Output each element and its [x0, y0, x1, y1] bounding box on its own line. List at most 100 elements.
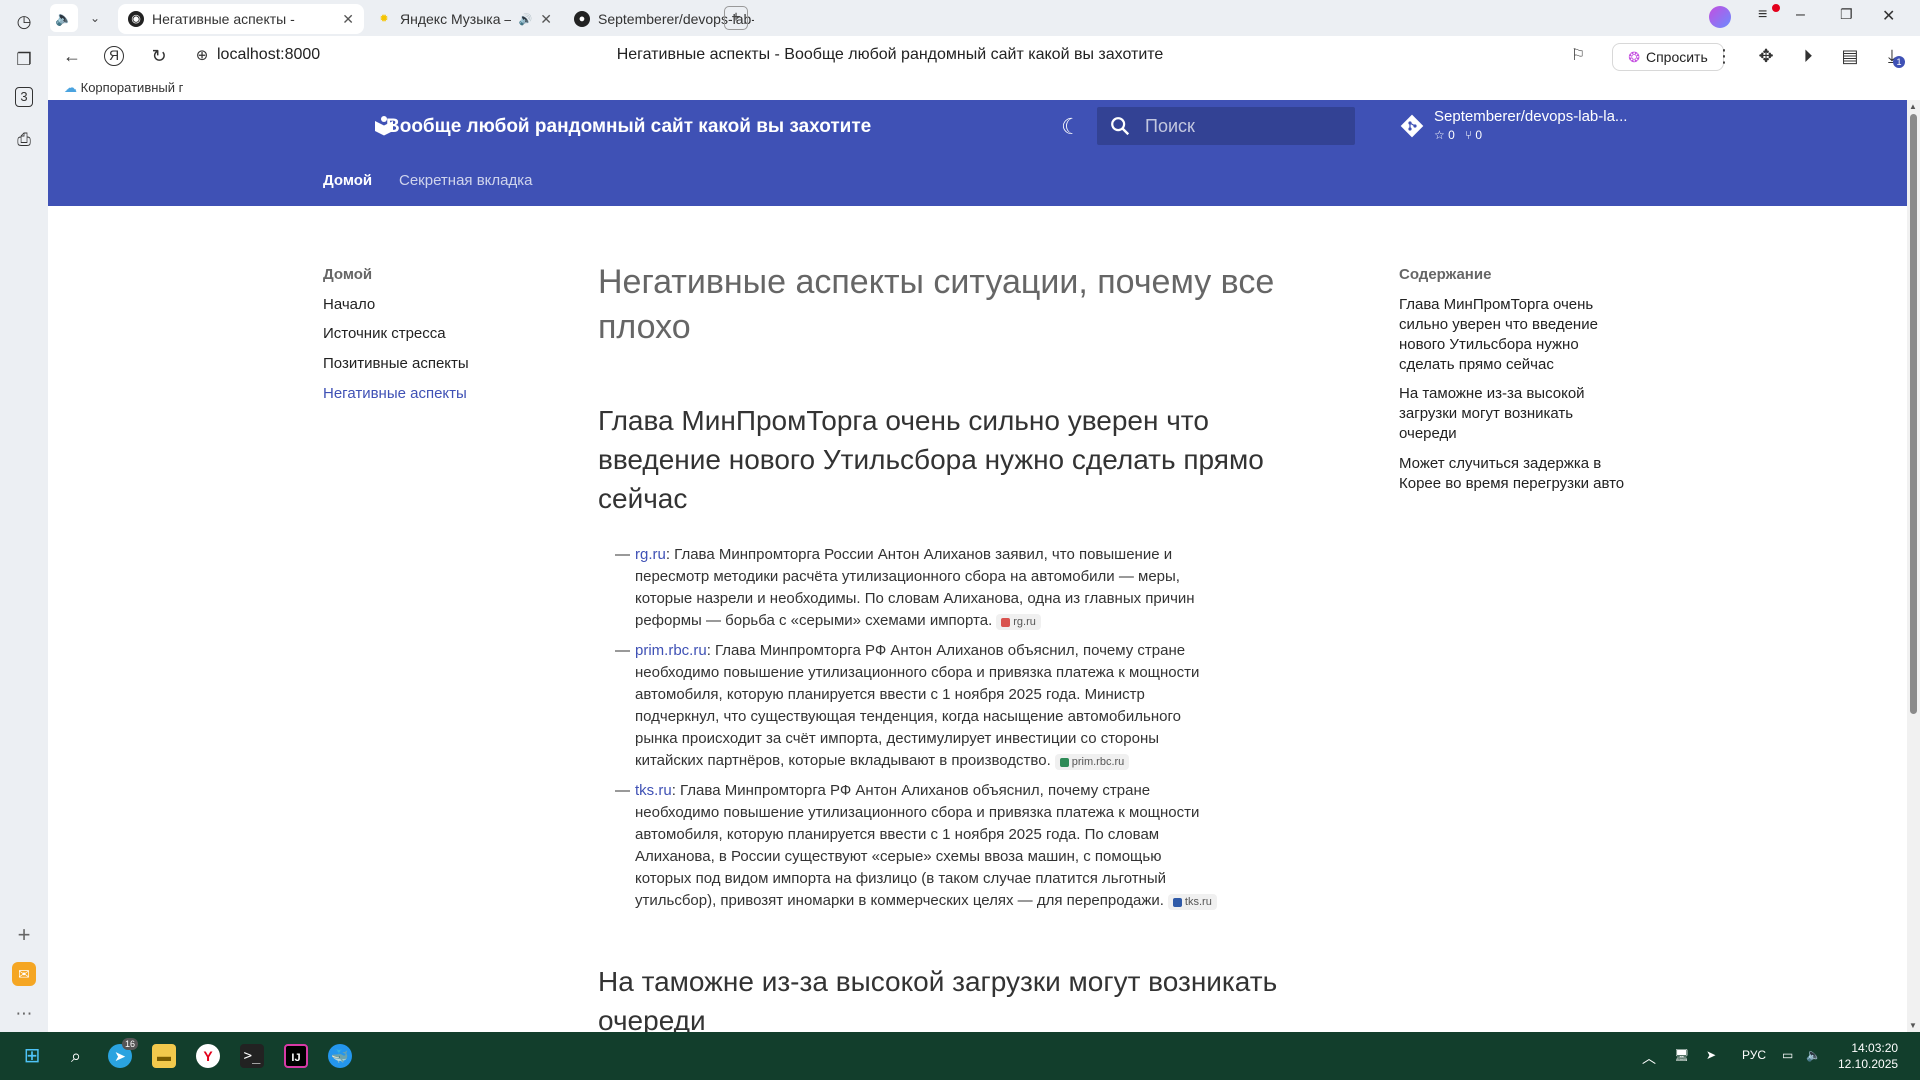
- tab-negative-aspects[interactable]: ◉ Негативные аспекты - ✕: [118, 4, 364, 34]
- speaker-icon[interactable]: 🔈: [50, 4, 78, 32]
- nav-item-start[interactable]: Начало: [323, 296, 375, 313]
- chip-label: rg.ru: [1013, 616, 1036, 628]
- repo-stars: 0: [1448, 128, 1455, 142]
- list-item: tks.ru: Глава Минпромторга РФ Антон Алих…: [598, 780, 1218, 912]
- add-panel-icon[interactable]: +: [12, 923, 36, 947]
- fork-icon: ⑂: [1464, 128, 1473, 142]
- ask-label: Спросить: [1645, 49, 1708, 65]
- nav-title[interactable]: Домой: [323, 266, 372, 283]
- terminal-icon[interactable]: >_: [240, 1044, 264, 1068]
- section-heading-customs: На таможне из-за высокой загрузки могут …: [598, 966, 1278, 1036]
- list-item: prim.rbc.ru: Глава Минпромторга РФ Антон…: [598, 640, 1218, 772]
- collections-icon[interactable]: ❐: [12, 48, 36, 72]
- scroll-down-icon[interactable]: ▼: [1909, 1021, 1917, 1030]
- media-play-icon[interactable]: ⏵: [1796, 44, 1820, 68]
- yandex-icon[interactable]: Я: [104, 46, 124, 66]
- rg-favicon-icon: [1001, 617, 1011, 627]
- tab-title: Яндекс Музыка — с: [400, 11, 511, 27]
- github-favicon-icon: ●: [574, 11, 590, 27]
- telegram-tray-icon[interactable]: ➤: [1706, 1048, 1716, 1062]
- nav-item-stress-source[interactable]: Источник стресса: [323, 325, 446, 342]
- close-window-icon[interactable]: ✕: [1882, 6, 1895, 26]
- network-icon[interactable]: 🖥: [1674, 1048, 1689, 1062]
- tab-counter-badge[interactable]: 3: [15, 87, 33, 107]
- search-box[interactable]: [1097, 107, 1355, 145]
- toc-title: Содержание: [1399, 266, 1492, 283]
- toc-item-customs[interactable]: На таможне из-за высокой загрузки могут …: [1399, 384, 1629, 444]
- bookmark-icon[interactable]: ⚐: [1566, 44, 1590, 68]
- nav-item-negative[interactable]: Негативные аспекты: [323, 385, 467, 402]
- search-icon: [1111, 117, 1130, 136]
- telegram-badge: 16: [122, 1038, 139, 1050]
- close-tab-icon[interactable]: ✕: [540, 11, 552, 28]
- scrollbar-thumb[interactable]: [1910, 114, 1917, 714]
- yandex-browser-icon[interactable]: Y: [196, 1044, 220, 1068]
- restore-icon[interactable]: ❐: [1840, 6, 1853, 23]
- telegram-icon[interactable]: ➤ 16: [108, 1038, 139, 1068]
- reload-icon[interactable]: ↻: [147, 44, 171, 68]
- source-chip[interactable]: prim.rbc.ru: [1054, 754, 1130, 770]
- tab-secret[interactable]: Секретная вкладка: [399, 172, 533, 189]
- more-icon[interactable]: ⋯: [12, 1002, 36, 1026]
- site-title[interactable]: Вообще любой рандомный сайт какой вы зах…: [386, 116, 871, 138]
- mail-icon[interactable]: ✉: [12, 962, 36, 986]
- audio-playing-icon[interactable]: 🔊: [519, 13, 533, 26]
- sidebar-panel-icon[interactable]: ▤: [1838, 44, 1862, 68]
- source-link[interactable]: rg.ru: [635, 546, 666, 563]
- page-scrollbar[interactable]: ▲ ▼: [1907, 100, 1920, 1032]
- display-icon[interactable]: ▭: [1782, 1048, 1793, 1062]
- history-icon[interactable]: ◷: [12, 10, 36, 34]
- close-tab-icon[interactable]: ✕: [342, 11, 354, 28]
- bookmark-item[interactable]: ☁ Корпоративный г: [64, 80, 183, 96]
- intellij-icon[interactable]: IJ: [284, 1044, 308, 1068]
- toc-item-korea[interactable]: Может случиться задержка в Корее во врем…: [1399, 454, 1629, 494]
- search-taskbar-icon[interactable]: ⌕: [64, 1044, 88, 1068]
- language-indicator[interactable]: РУС: [1742, 1048, 1766, 1062]
- nav-item-positive[interactable]: Позитивные аспекты: [323, 355, 469, 372]
- source-link[interactable]: prim.rbc.ru: [635, 642, 707, 659]
- extensions-icon[interactable]: ✥: [1754, 44, 1778, 68]
- toc-item-utilsbor[interactable]: Глава МинПромТорга очень сильно уверен ч…: [1399, 295, 1629, 375]
- source-link[interactable]: tks.ru: [635, 782, 672, 799]
- tray-overflow-icon[interactable]: ︿: [1642, 1048, 1656, 1068]
- tks-favicon-icon: [1172, 897, 1182, 907]
- chip-label: prim.rbc.ru: [1071, 756, 1125, 768]
- bookmark-label: Корпоративный г: [80, 80, 184, 95]
- quote-text: : Глава Минпромторга РФ Антон Алиханов о…: [635, 642, 1200, 769]
- file-explorer-icon[interactable]: ▬: [152, 1044, 176, 1068]
- repo-stats: ☆ 0 ⑂ 0: [1434, 128, 1482, 142]
- tab-list-chevron-icon[interactable]: ⌄: [82, 4, 108, 32]
- docker-icon[interactable]: 🐳: [328, 1044, 352, 1068]
- menu-icon[interactable]: ≡: [1758, 4, 1780, 24]
- dark-mode-toggle-icon[interactable]: ☾: [1058, 114, 1084, 140]
- section-heading-utilsbor: Глава МинПромТорга очень сильно уверен ч…: [598, 405, 1264, 514]
- profile-avatar[interactable]: [1709, 6, 1731, 28]
- quotes-list: rg.ru: Глава Минпромторга России Антон А…: [598, 544, 1318, 912]
- search-input[interactable]: [1145, 107, 1345, 145]
- rbc-favicon-icon: [1059, 757, 1069, 767]
- url-field[interactable]: localhost:8000: [217, 46, 320, 64]
- downloads-badge: 1: [1893, 56, 1905, 68]
- scroll-up-icon[interactable]: ▲: [1909, 102, 1917, 111]
- source-chip[interactable]: rg.ru: [996, 614, 1041, 630]
- start-windows-icon[interactable]: ⊞: [20, 1044, 44, 1068]
- more-options-icon[interactable]: ⋮: [1712, 44, 1736, 68]
- site-header: [48, 100, 1907, 206]
- screenshot-icon[interactable]: ⎙: [12, 128, 36, 152]
- new-tab-button[interactable]: +: [724, 6, 748, 30]
- git-icon: [1400, 114, 1424, 138]
- clock[interactable]: 14:03:20 12.10.2025: [1838, 1040, 1898, 1072]
- back-icon[interactable]: ←: [60, 44, 84, 68]
- source-chip[interactable]: tks.ru: [1167, 894, 1217, 910]
- minimize-icon[interactable]: –: [1796, 6, 1805, 24]
- repo-name: Septemberer/devops-lab-la...: [1434, 108, 1628, 125]
- downloads-icon[interactable]: ⤓ 1: [1880, 44, 1905, 68]
- tab-home[interactable]: Домой: [323, 172, 372, 189]
- list-item: rg.ru: Глава Минпромторга России Антон А…: [598, 544, 1218, 632]
- site-info-icon[interactable]: ⊕: [190, 44, 214, 68]
- ask-button[interactable]: ❂ Спросить: [1612, 43, 1724, 71]
- tab-yandex-music[interactable]: ✹ Яндекс Музыка — с 🔊 ✕: [366, 4, 562, 34]
- volume-icon[interactable]: 🔈: [1806, 1048, 1821, 1062]
- chip-label: tks.ru: [1184, 896, 1212, 908]
- notification-dot: [1772, 4, 1780, 12]
